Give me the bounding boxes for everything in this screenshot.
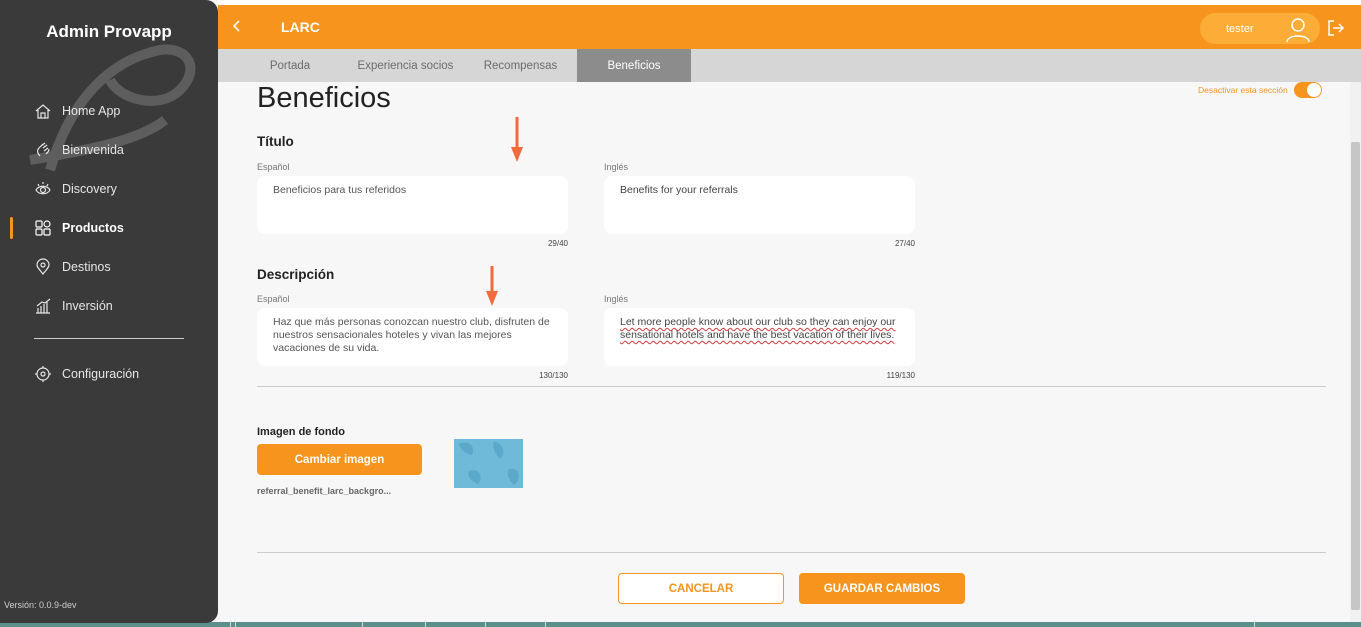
chart-icon	[34, 297, 52, 315]
user-avatar-icon	[1284, 15, 1312, 43]
sidebar-item-label: Destinos	[62, 260, 111, 274]
change-image-button[interactable]: Cambiar imagen	[257, 444, 422, 475]
descripcion-es-counter: 130/130	[539, 371, 568, 380]
sidebar-item-inversion[interactable]: Inversión	[0, 293, 218, 319]
titulo-heading: Título	[257, 134, 294, 149]
section-divider	[257, 386, 1326, 387]
sidebar-item-destinos[interactable]: Destinos	[0, 254, 218, 280]
logout-icon[interactable]	[1326, 18, 1346, 38]
titulo-es-counter: 29/40	[547, 239, 568, 248]
home-icon	[34, 102, 52, 120]
titulo-en-field[interactable]: Benefits for your referrals	[604, 176, 915, 234]
tab-recompensas[interactable]: Recompensas	[473, 49, 568, 82]
location-pin-icon	[34, 258, 52, 276]
titulo-en-counter: 27/40	[894, 239, 915, 248]
footer-divider	[257, 552, 1326, 553]
leaf-pattern-icon	[459, 441, 519, 485]
sidebar-item-home-app[interactable]: Home App	[0, 98, 218, 124]
sidebar-item-configuracion[interactable]: Configuración	[0, 361, 218, 387]
descripcion-heading: Descripción	[257, 267, 335, 282]
cancel-button[interactable]: CANCELAR	[618, 573, 784, 604]
image-label: Imagen de fondo	[257, 426, 345, 438]
section-toggle[interactable]	[1293, 82, 1322, 98]
sidebar-item-label: Discovery	[62, 182, 117, 196]
sidebar: Admin Provapp Home App Bienvenida Discov…	[0, 0, 218, 623]
header-title: LARC	[281, 19, 320, 35]
user-menu[interactable]: tester	[1200, 13, 1320, 44]
hand-wave-icon	[34, 141, 52, 159]
descripcion-en-counter: 119/130	[886, 371, 915, 380]
sidebar-item-label: Home App	[62, 104, 121, 118]
sidebar-item-bienvenida[interactable]: Bienvenida	[0, 137, 218, 163]
sidebar-item-discovery[interactable]: Discovery	[0, 176, 218, 202]
titulo-es-field[interactable]: Beneficios para tus referidos	[257, 176, 568, 234]
save-button[interactable]: GUARDAR CAMBIOS	[799, 573, 965, 604]
chevron-left-icon[interactable]	[228, 17, 246, 35]
descripcion-en-field[interactable]: Let more people know about our club so t…	[604, 308, 915, 366]
tab-beneficios[interactable]: Beneficios	[577, 49, 691, 82]
scrollbar-thumb[interactable]	[1351, 142, 1360, 610]
brand-title: Admin Provapp	[46, 22, 172, 41]
background-image-thumbnail	[454, 439, 523, 488]
titulo-es-label: Español	[257, 162, 290, 172]
titulo-en-label: Inglés	[604, 162, 629, 172]
sidebar-item-label: Productos	[62, 221, 124, 235]
sidebar-item-label: Bienvenida	[62, 143, 124, 157]
page-title: Beneficios	[257, 82, 391, 114]
user-name: tester	[1226, 22, 1254, 35]
sidebar-item-label: Inversión	[62, 299, 113, 313]
toggle-knob	[1306, 83, 1321, 97]
descripcion-es-label: Español	[257, 294, 290, 304]
eye-icon	[34, 180, 52, 198]
section-tabs: Portada Experiencia socios Recompensas B…	[218, 49, 1361, 82]
toggle-label: Desactivar esta sección	[1198, 85, 1288, 95]
image-filename: referral_benefit_larc_backgro...	[257, 486, 392, 496]
annotation-arrow-icon	[486, 266, 498, 306]
grid-icon	[34, 219, 52, 237]
descripcion-en-label: Inglés	[604, 294, 629, 304]
section-toggle-wrap: Desactivar esta sección	[1198, 82, 1322, 98]
content-scrollbar[interactable]	[1350, 82, 1361, 622]
annotation-arrow-icon	[511, 117, 523, 162]
sidebar-item-productos[interactable]: Productos	[0, 215, 218, 241]
app-version: Versión: 0.0.9-dev	[4, 600, 77, 610]
top-header: LARC tester	[218, 5, 1361, 49]
sidebar-item-label: Configuración	[62, 367, 140, 381]
tab-experiencia-socios[interactable]: Experiencia socios	[348, 49, 463, 82]
descripcion-es-field[interactable]: Haz que más personas conozcan nuestro cl…	[257, 308, 568, 366]
gear-icon	[34, 365, 52, 383]
tab-portada[interactable]: Portada	[245, 49, 335, 82]
sidebar-divider	[34, 338, 184, 339]
